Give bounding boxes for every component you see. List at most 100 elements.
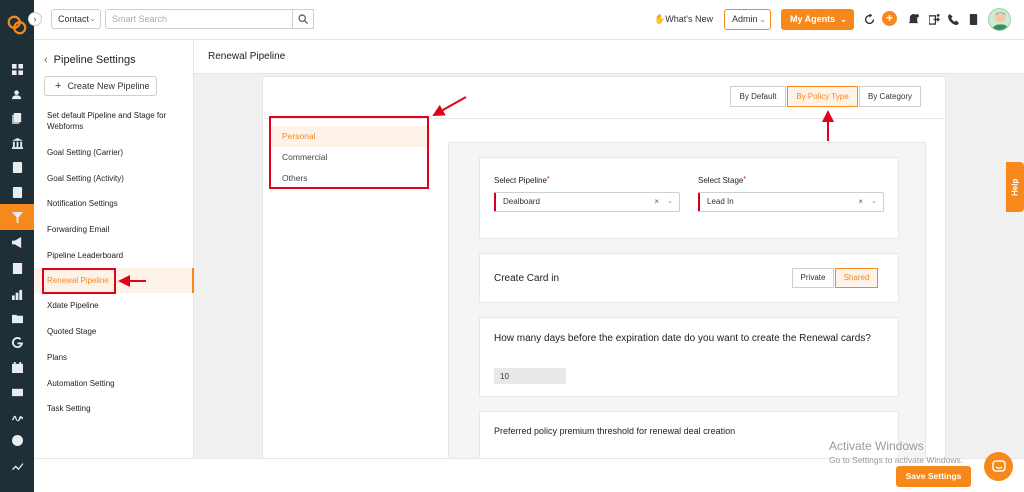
required-asterisk: * bbox=[743, 176, 747, 183]
select-pipeline-value: Dealboard bbox=[503, 197, 540, 206]
chevron-down-icon: ⌄ bbox=[840, 15, 847, 24]
bank-icon[interactable] bbox=[0, 130, 34, 156]
select-stage-dropdown[interactable]: Lead In × ⌄ bbox=[698, 192, 884, 212]
activate-windows-watermark: Activate Windows Go to Settings to activ… bbox=[829, 439, 963, 465]
clear-icon[interactable]: × bbox=[654, 193, 659, 211]
select-pipeline-label: Select Pipeline* bbox=[494, 176, 550, 185]
pipeline-funnel-icon[interactable] bbox=[0, 204, 34, 230]
contact-card-icon[interactable] bbox=[0, 179, 34, 205]
settings-sidebar: ‹ Pipeline Settings + Create New Pipeline … bbox=[34, 40, 194, 492]
plus-icon: + bbox=[55, 80, 62, 92]
select-pipeline-label-text: Select Pipeline bbox=[494, 176, 547, 185]
select-pipeline-dropdown[interactable]: Dealboard × ⌄ bbox=[494, 192, 680, 212]
dashboard-icon[interactable] bbox=[0, 56, 34, 82]
save-settings-button[interactable]: Save Settings bbox=[896, 466, 971, 487]
mail-icon[interactable] bbox=[0, 379, 34, 405]
create-card-box: Create Card in Private Shared bbox=[479, 253, 899, 303]
sidebar-item-label: Plans bbox=[47, 353, 68, 362]
search-button[interactable] bbox=[292, 9, 314, 29]
sidebar-item-label: Notification Settings bbox=[47, 199, 118, 208]
admin-select[interactable]: Admin ⌄ bbox=[724, 9, 771, 30]
calculator-icon[interactable] bbox=[0, 154, 34, 180]
trend-icon[interactable] bbox=[0, 452, 34, 478]
annotation-highlight-box bbox=[42, 268, 116, 294]
calendar-icon[interactable] bbox=[0, 354, 34, 380]
avatar[interactable] bbox=[988, 8, 1011, 31]
sidebar-item-forwarding-email[interactable]: Forwarding Email bbox=[34, 224, 194, 235]
my-agents-button[interactable]: My Agents ⌄ bbox=[781, 9, 854, 30]
contacts-icon[interactable] bbox=[0, 81, 34, 107]
megaphone-icon[interactable] bbox=[0, 229, 34, 255]
sidebar-item-plans[interactable]: Plans bbox=[34, 352, 194, 363]
sidebar-item-label: Xdate Pipeline bbox=[47, 301, 99, 310]
google-icon[interactable] bbox=[0, 329, 34, 355]
add-icon[interactable]: + bbox=[882, 11, 897, 26]
segment-by-default[interactable]: By Default bbox=[730, 86, 786, 107]
sidebar-item-label: Goal Setting (Carrier) bbox=[47, 148, 124, 157]
whats-new-link[interactable]: ✋What's New bbox=[654, 14, 713, 25]
sidebar-item-goal-carrier[interactable]: Goal Setting (Carrier) bbox=[34, 147, 194, 158]
chevron-down-icon: ⌄ bbox=[759, 15, 766, 24]
dollar-icon[interactable] bbox=[0, 427, 34, 453]
sidebar-item-quoted-stage[interactable]: Quoted Stage bbox=[34, 326, 194, 337]
phone-icon[interactable] bbox=[947, 13, 959, 25]
chevron-left-icon[interactable]: ‹ bbox=[44, 54, 48, 66]
sidebar-item-automation[interactable]: Automation Setting bbox=[34, 378, 194, 389]
sidebar-item-notification[interactable]: Notification Settings bbox=[34, 198, 194, 209]
pipeline-stage-box: Select Pipeline* Dealboard × ⌄ Select St… bbox=[479, 157, 899, 239]
sidebar-item-goal-activity[interactable]: Goal Setting (Activity) bbox=[34, 173, 194, 184]
contact-select[interactable]: Contact ⌄ bbox=[51, 9, 101, 29]
activate-windows-subtitle: Go to Settings to activate Windows. bbox=[829, 455, 964, 465]
sidebar-item-label: Forwarding Email bbox=[47, 225, 110, 234]
documents-icon[interactable] bbox=[0, 105, 34, 131]
sidebar-item-task-setting[interactable]: Task Setting bbox=[34, 403, 194, 414]
calculator-icon[interactable] bbox=[967, 13, 979, 25]
activate-windows-title: Activate Windows bbox=[829, 439, 924, 453]
bell-icon[interactable] bbox=[907, 13, 919, 25]
create-new-pipeline-button[interactable]: + Create New Pipeline bbox=[44, 76, 157, 96]
rail-collapse-button[interactable]: › bbox=[28, 12, 42, 26]
sidebar-item-label: Quoted Stage bbox=[47, 327, 97, 336]
contact-select-value: Contact bbox=[58, 14, 90, 24]
chat-button[interactable] bbox=[984, 452, 1013, 481]
chevron-down-icon: ⌄ bbox=[871, 198, 877, 205]
refresh-icon[interactable] bbox=[863, 13, 875, 25]
main-content: Renewal Pipeline By Default By Policy Ty… bbox=[194, 40, 1024, 492]
top-bar: Contact ⌄ ✋What's New Admin ⌄ My Agents … bbox=[34, 0, 1024, 40]
folder-icon[interactable] bbox=[0, 305, 34, 331]
required-asterisk: * bbox=[546, 176, 550, 183]
create-new-pipeline-label: Create New Pipeline bbox=[67, 81, 150, 91]
search-icon bbox=[298, 14, 308, 24]
toggle-shared[interactable]: Shared bbox=[835, 268, 878, 288]
page-title: Renewal Pipeline bbox=[208, 51, 286, 62]
whats-new-label: What's New bbox=[665, 14, 713, 24]
segment-by-policy-type[interactable]: By Policy Type bbox=[787, 86, 858, 107]
toggle-private[interactable]: Private bbox=[792, 268, 834, 288]
sidebar-title[interactable]: ‹ Pipeline Settings bbox=[44, 54, 136, 66]
renewal-days-box: How many days before the expiration date… bbox=[479, 317, 899, 397]
sidebar-item-label: Task Setting bbox=[47, 404, 91, 413]
app-logo-icon[interactable] bbox=[6, 14, 28, 36]
sidebar-item-xdate[interactable]: Xdate Pipeline bbox=[34, 300, 194, 311]
select-stage-label-text: Select Stage bbox=[698, 176, 744, 185]
main-header: Renewal Pipeline bbox=[194, 40, 1024, 74]
reports-icon[interactable] bbox=[0, 281, 34, 307]
logout-icon[interactable] bbox=[928, 13, 940, 25]
admin-select-value: Admin bbox=[732, 14, 758, 24]
help-tab[interactable]: Help bbox=[1006, 162, 1024, 212]
annotation-highlight-box bbox=[269, 116, 429, 189]
segment-by-category[interactable]: By Category bbox=[859, 86, 921, 107]
signature-icon[interactable] bbox=[0, 403, 34, 429]
sidebar-item-webform-default[interactable]: Set default Pipeline and Stage for Webfo… bbox=[34, 110, 194, 132]
sidebar-item-label: Goal Setting (Activity) bbox=[47, 174, 124, 183]
sidebar-item-leaderboard[interactable]: Pipeline Leaderboard bbox=[34, 250, 194, 261]
smart-search-input[interactable] bbox=[105, 9, 314, 29]
user-avatar-icon bbox=[992, 12, 1009, 30]
chat-icon bbox=[991, 459, 1006, 472]
hand-wave-icon: ✋ bbox=[654, 14, 666, 24]
create-card-label: Create Card in bbox=[494, 273, 560, 284]
renewal-days-input[interactable] bbox=[494, 368, 566, 384]
my-agents-label: My Agents bbox=[790, 14, 836, 24]
clear-icon[interactable]: × bbox=[858, 193, 863, 211]
notes-icon[interactable] bbox=[0, 255, 34, 281]
